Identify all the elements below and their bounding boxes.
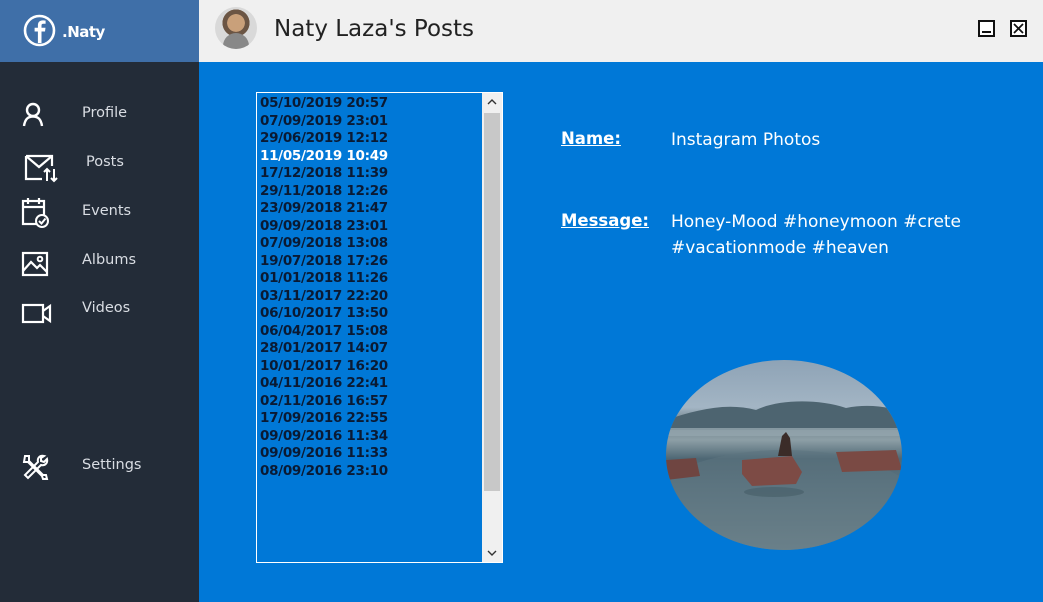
post-photo [666,360,902,550]
post-list-item[interactable]: 04/11/2016 22:41 [260,375,482,393]
posts-listbox[interactable]: 05/10/2019 20:57 07/09/2019 23:01 29/06/20… [256,92,503,563]
post-list-item[interactable]: 29/06/2019 12:12 [260,130,482,148]
sidebar-item-label: Settings [82,457,142,473]
scroll-up-button[interactable] [482,93,502,111]
post-list-item[interactable]: 09/09/2016 11:33 [260,445,482,463]
posts-list: 05/10/2019 20:57 07/09/2019 23:01 29/06/20… [260,95,482,480]
post-list-item[interactable]: 19/07/2018 17:26 [260,253,482,271]
calendar-icon [21,198,49,228]
post-list-item[interactable]: 23/09/2018 21:47 [260,200,482,218]
sidebar-item-videos[interactable]: Videos [0,291,199,331]
message-line-2: #vacationmode #heaven [671,238,889,258]
brand-name: .Naty [62,23,105,41]
post-list-item[interactable]: 01/01/2018 11:26 [260,270,482,288]
chevron-up-icon [487,99,497,105]
settings-tools-icon [22,454,49,480]
sidebar-item-albums[interactable]: Albums [0,243,199,283]
sidebar-item-settings[interactable]: Settings [0,448,199,488]
chevron-down-icon [487,550,497,556]
name-value: Instagram Photos [671,130,821,150]
image-icon [21,251,49,277]
message-label: Message: [561,211,649,230]
title-bar: Naty Laza's Posts [199,0,1043,62]
post-list-item[interactable]: 11/05/2019 10:49 [260,148,482,166]
post-list-item[interactable]: 06/04/2017 15:08 [260,323,482,341]
post-list-item[interactable]: 09/09/2018 23:01 [260,218,482,236]
post-list-item[interactable]: 05/10/2019 20:57 [260,95,482,113]
post-list-item[interactable]: 17/09/2016 22:55 [260,410,482,428]
facebook-icon [23,14,56,47]
sidebar-item-posts[interactable]: Posts [0,145,199,185]
post-list-item[interactable]: 29/11/2018 12:26 [260,183,482,201]
post-list-item[interactable]: 28/01/2017 14:07 [260,340,482,358]
sidebar-item-label: Profile [82,105,128,121]
post-list-item[interactable]: 09/09/2016 11:34 [260,428,482,446]
message-line-1: Honey-Mood #honeymoon #crete [671,212,962,232]
sidebar: .Naty Profile Posts Events Albums Videos… [0,0,199,602]
post-list-item[interactable]: 07/09/2019 23:01 [260,113,482,131]
close-icon [1013,23,1024,34]
minimize-button[interactable] [978,20,995,37]
sidebar-item-profile[interactable]: Profile [0,96,199,136]
scroll-down-button[interactable] [482,544,502,562]
name-label: Name: [561,129,621,148]
avatar [215,7,257,49]
post-list-item[interactable]: 07/09/2018 13:08 [260,235,482,253]
sidebar-item-events[interactable]: Events [0,194,199,234]
post-list-item[interactable]: 06/10/2017 13:50 [260,305,482,323]
post-list-item[interactable]: 02/11/2016 16:57 [260,393,482,411]
close-button[interactable] [1010,20,1027,37]
sidebar-item-label: Videos [82,300,131,316]
video-icon [21,303,52,324]
scrollbar[interactable] [482,93,502,562]
sidebar-item-label: Posts [86,154,124,170]
post-list-item[interactable]: 10/01/2017 16:20 [260,358,482,376]
post-list-item[interactable]: 17/12/2018 11:39 [260,165,482,183]
post-list-item[interactable]: 03/11/2017 22:20 [260,288,482,306]
sidebar-item-label: Events [82,203,132,219]
posts-mail-icon [24,154,58,183]
post-list-item[interactable]: 08/09/2016 23:10 [260,463,482,481]
scroll-thumb[interactable] [484,113,500,491]
page-title: Naty Laza's Posts [274,16,475,42]
user-icon [22,102,44,127]
brand-header: .Naty [0,0,199,62]
sidebar-item-label: Albums [82,252,137,268]
